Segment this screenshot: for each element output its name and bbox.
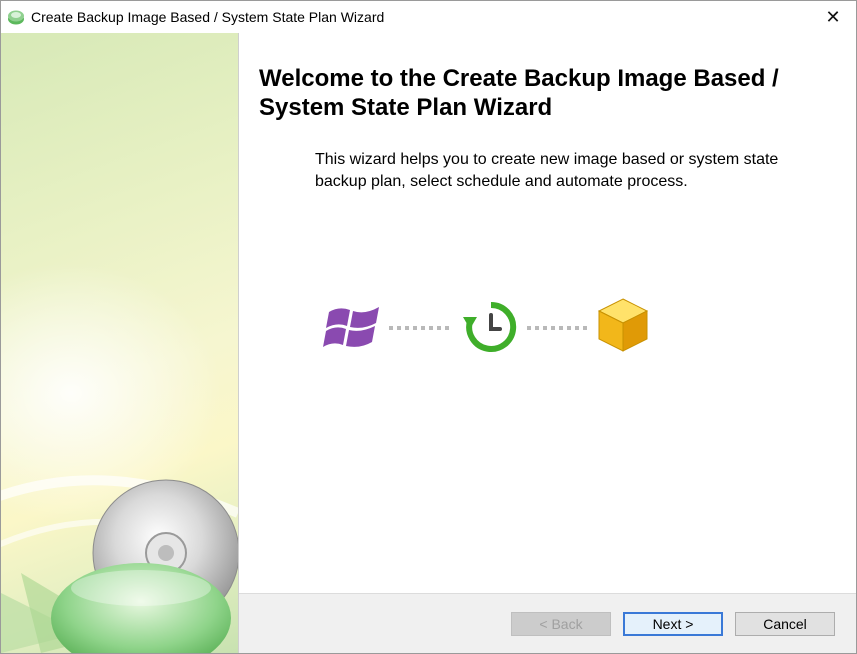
window-title: Create Backup Image Based / System State… — [31, 9, 385, 25]
connector-dots-1 — [389, 326, 449, 330]
page-title: Welcome to the Create Backup Image Based… — [259, 65, 779, 121]
side-banner-image — [1, 33, 238, 653]
wizard-window: Create Backup Image Based / System State… — [0, 0, 857, 654]
back-button[interactable]: < Back — [511, 612, 611, 636]
close-icon: ✕ — [825, 6, 841, 27]
button-bar: < Back Next > Cancel — [239, 593, 856, 653]
cancel-button[interactable]: Cancel — [735, 612, 835, 636]
close-button[interactable]: ✕ — [810, 1, 856, 33]
process-illustration — [323, 295, 663, 357]
schedule-clock-icon — [463, 301, 517, 352]
next-button[interactable]: Next > — [623, 612, 723, 636]
title-bar: Create Backup Image Based / System State… — [1, 1, 856, 33]
wizard-description: This wizard helps you to create new imag… — [315, 151, 779, 190]
storage-cube-icon — [597, 298, 649, 352]
wizard-content: Welcome to the Create Backup Image Based… — [239, 33, 856, 593]
app-icon — [7, 8, 25, 26]
connector-dots-2 — [527, 326, 587, 330]
windows-logo-icon — [323, 307, 379, 347]
